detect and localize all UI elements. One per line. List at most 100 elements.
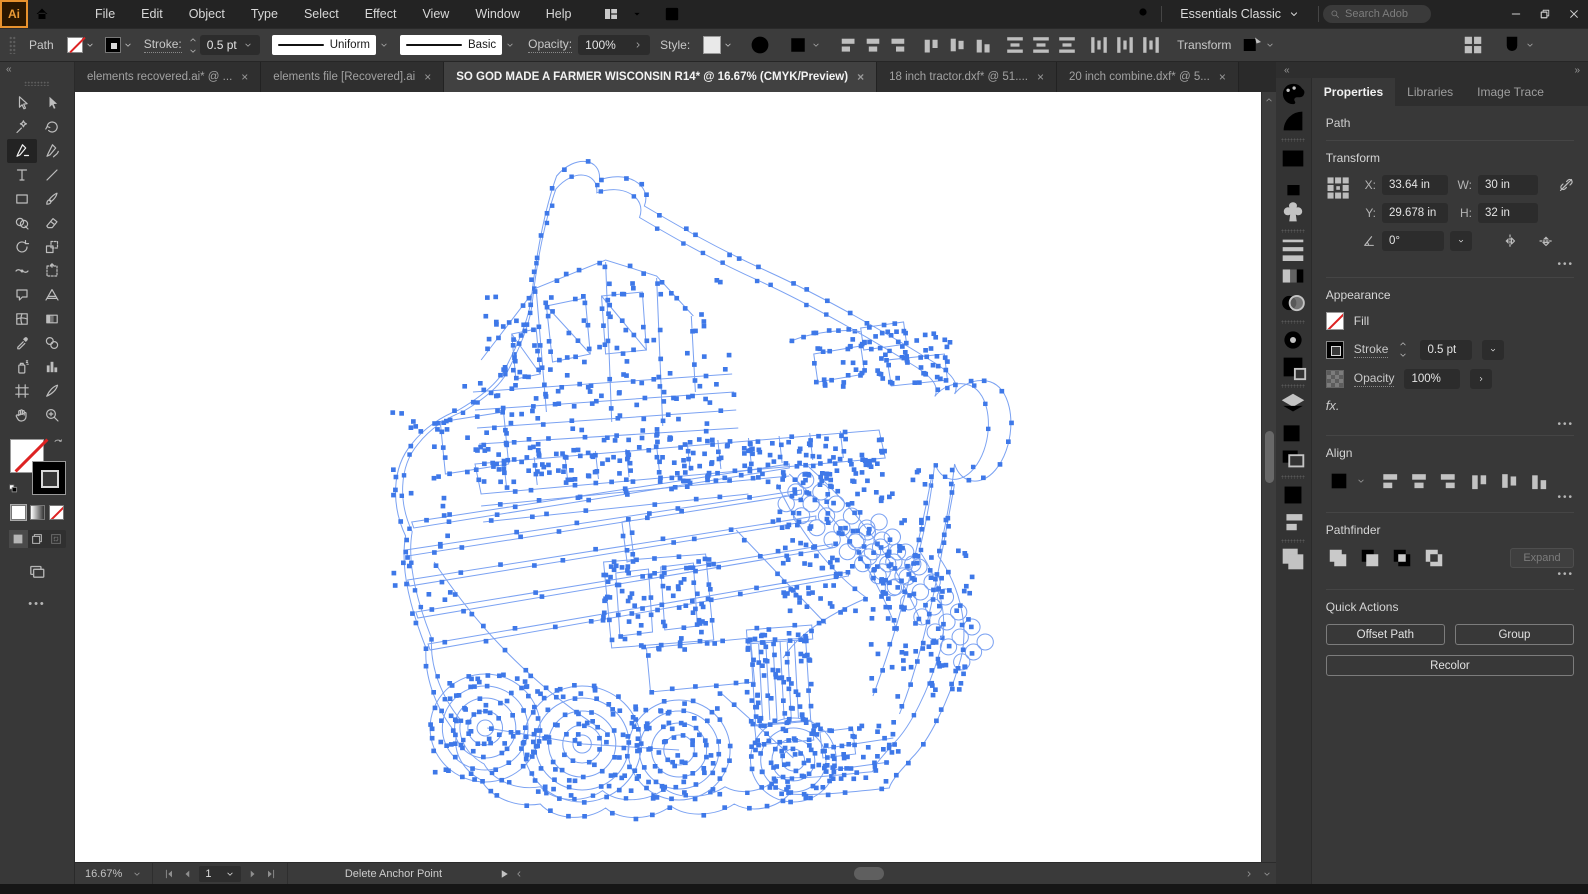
shape-builder-tool[interactable] bbox=[7, 211, 37, 235]
stroke-swatch[interactable] bbox=[105, 37, 121, 53]
constrain-proportions-icon[interactable] bbox=[1558, 177, 1574, 193]
gradient-tool[interactable] bbox=[37, 307, 67, 331]
group-button[interactable]: Group bbox=[1455, 624, 1574, 645]
stroke-weight-field[interactable]: 0.5 pt bbox=[1420, 340, 1472, 360]
chevron-down-icon[interactable] bbox=[1525, 40, 1535, 50]
scale-tool[interactable] bbox=[37, 235, 67, 259]
horizontal-scrollbar[interactable] bbox=[510, 863, 1258, 884]
menu-window[interactable]: Window bbox=[462, 0, 532, 28]
width-tool[interactable] bbox=[7, 259, 37, 283]
line-segment-tool[interactable] bbox=[37, 163, 67, 187]
draw-inside-mode[interactable] bbox=[47, 530, 66, 548]
distribute-bottom-icon[interactable] bbox=[1055, 33, 1079, 57]
document-tab[interactable]: elements recovered.ai* @ ...× bbox=[75, 62, 261, 92]
panel-menu-icon[interactable] bbox=[1549, 33, 1573, 57]
distribute-top-icon[interactable] bbox=[1003, 33, 1027, 57]
opacity-expand[interactable] bbox=[1470, 369, 1492, 389]
fill-swatch[interactable] bbox=[1326, 312, 1344, 330]
layers-panel-icon[interactable] bbox=[1278, 390, 1308, 417]
selection-tool[interactable] bbox=[7, 91, 37, 115]
h-field[interactable]: 32 in bbox=[1478, 203, 1538, 223]
scroll-right-icon[interactable] bbox=[1240, 869, 1258, 879]
recolor-button[interactable]: Recolor bbox=[1326, 655, 1574, 676]
recolor-artwork-icon[interactable] bbox=[748, 33, 772, 57]
default-fill-stroke-icon[interactable] bbox=[8, 481, 20, 493]
offset-path-button[interactable]: Offset Path bbox=[1326, 624, 1445, 645]
pathfinder-intersect-icon[interactable] bbox=[1390, 547, 1414, 569]
transparency-panel-icon[interactable] bbox=[1278, 289, 1308, 316]
opacity-panel-link[interactable]: Opacity: bbox=[528, 37, 572, 53]
pathfinder-panel-icon[interactable] bbox=[1278, 545, 1308, 572]
workspace-switcher[interactable]: Essentials Classic bbox=[1166, 7, 1314, 21]
document-tab[interactable]: 20 inch combine.dxf* @ 5...× bbox=[1057, 62, 1239, 92]
menu-edit[interactable]: Edit bbox=[128, 0, 176, 28]
rectangle-tool[interactable] bbox=[7, 187, 37, 211]
fx-button[interactable]: fx. bbox=[1326, 398, 1574, 413]
stroke-panel-link[interactable]: Stroke: bbox=[144, 37, 182, 53]
document-tab[interactable]: 18 inch tractor.dxf* @ 51....× bbox=[877, 62, 1057, 92]
bounding-box-icon[interactable] bbox=[786, 33, 810, 57]
artboard-canvas[interactable] bbox=[75, 92, 1276, 862]
magic-wand-tool[interactable] bbox=[7, 115, 37, 139]
asset-export-panel-icon[interactable] bbox=[1278, 417, 1308, 444]
close-button[interactable] bbox=[1559, 0, 1588, 28]
stroke-color-control[interactable] bbox=[105, 37, 133, 53]
fill-color-control[interactable] bbox=[67, 37, 95, 53]
toolbar-drag-handle[interactable] bbox=[24, 81, 50, 86]
menu-help[interactable]: Help bbox=[533, 0, 585, 28]
align-top-icon[interactable] bbox=[919, 33, 943, 57]
align-panel-icon[interactable] bbox=[1278, 508, 1308, 535]
gradient-panel-icon[interactable] bbox=[1278, 262, 1308, 289]
screen-mode-icon[interactable] bbox=[28, 562, 46, 580]
x-field[interactable]: 33.64 in bbox=[1382, 175, 1448, 195]
swap-fill-stroke-icon[interactable] bbox=[52, 437, 64, 449]
status-menu-play-icon[interactable] bbox=[498, 868, 510, 880]
gather-properties-icon[interactable] bbox=[1461, 33, 1485, 57]
last-artboard-icon[interactable] bbox=[265, 868, 277, 880]
tab-properties[interactable]: Properties bbox=[1312, 78, 1395, 106]
app-logo[interactable]: Ai bbox=[0, 0, 28, 28]
stroke-swatch[interactable] bbox=[1326, 341, 1344, 359]
stroke-proxy[interactable] bbox=[32, 461, 66, 495]
reference-point-grid[interactable] bbox=[1326, 175, 1350, 201]
eyedropper-tool[interactable] bbox=[7, 331, 37, 355]
type-tool[interactable] bbox=[7, 163, 37, 187]
chevron-down-icon[interactable] bbox=[243, 40, 253, 50]
hand-tool[interactable] bbox=[7, 403, 37, 427]
restore-button[interactable] bbox=[1530, 0, 1559, 28]
chevron-down-icon[interactable] bbox=[85, 40, 95, 50]
mesh-tool[interactable] bbox=[7, 307, 37, 331]
first-artboard-icon[interactable] bbox=[163, 868, 175, 880]
wisconsin-farmer-artwork[interactable] bbox=[75, 92, 1276, 862]
stroke-weight-stepper[interactable] bbox=[188, 35, 198, 56]
menu-view[interactable]: View bbox=[409, 0, 462, 28]
align-middle-icon[interactable] bbox=[1496, 470, 1522, 492]
artboard-tool[interactable] bbox=[7, 379, 37, 403]
style-swatch[interactable] bbox=[703, 36, 721, 54]
swatches-panel-icon[interactable] bbox=[1278, 144, 1308, 171]
chevron-down-icon[interactable] bbox=[225, 869, 235, 879]
align-right-icon[interactable] bbox=[1436, 470, 1462, 492]
rotation-dropdown[interactable] bbox=[1450, 231, 1472, 251]
opacity-field[interactable]: 100% bbox=[578, 35, 650, 55]
align-right-icon[interactable] bbox=[887, 33, 911, 57]
close-tab-icon[interactable]: × bbox=[424, 70, 431, 84]
align-left-icon[interactable] bbox=[835, 33, 859, 57]
delete-anchor-point-tool[interactable] bbox=[7, 139, 37, 163]
chevron-down-icon[interactable] bbox=[132, 869, 142, 879]
pathfinder-more-options[interactable]: ••• bbox=[1557, 569, 1574, 580]
drag-handle[interactable] bbox=[9, 36, 16, 54]
color-button[interactable] bbox=[11, 505, 26, 520]
graphic-styles-panel-icon[interactable] bbox=[1278, 353, 1308, 380]
align-center-icon[interactable] bbox=[1406, 470, 1432, 492]
chevron-down-icon[interactable] bbox=[123, 40, 133, 50]
stroke-weight-stepper[interactable] bbox=[1398, 339, 1408, 360]
previous-artboard-icon[interactable] bbox=[181, 868, 193, 880]
align-top-icon[interactable] bbox=[1466, 470, 1492, 492]
opacity-field[interactable]: 100% bbox=[1404, 369, 1460, 389]
isolate-icon[interactable] bbox=[1240, 33, 1264, 57]
edit-toolbar-dots[interactable]: ••• bbox=[28, 598, 46, 610]
symbols-panel-icon[interactable] bbox=[1278, 198, 1308, 225]
horizontal-scroll-thumb[interactable] bbox=[854, 867, 884, 880]
snap-options-icon[interactable] bbox=[1500, 33, 1524, 57]
